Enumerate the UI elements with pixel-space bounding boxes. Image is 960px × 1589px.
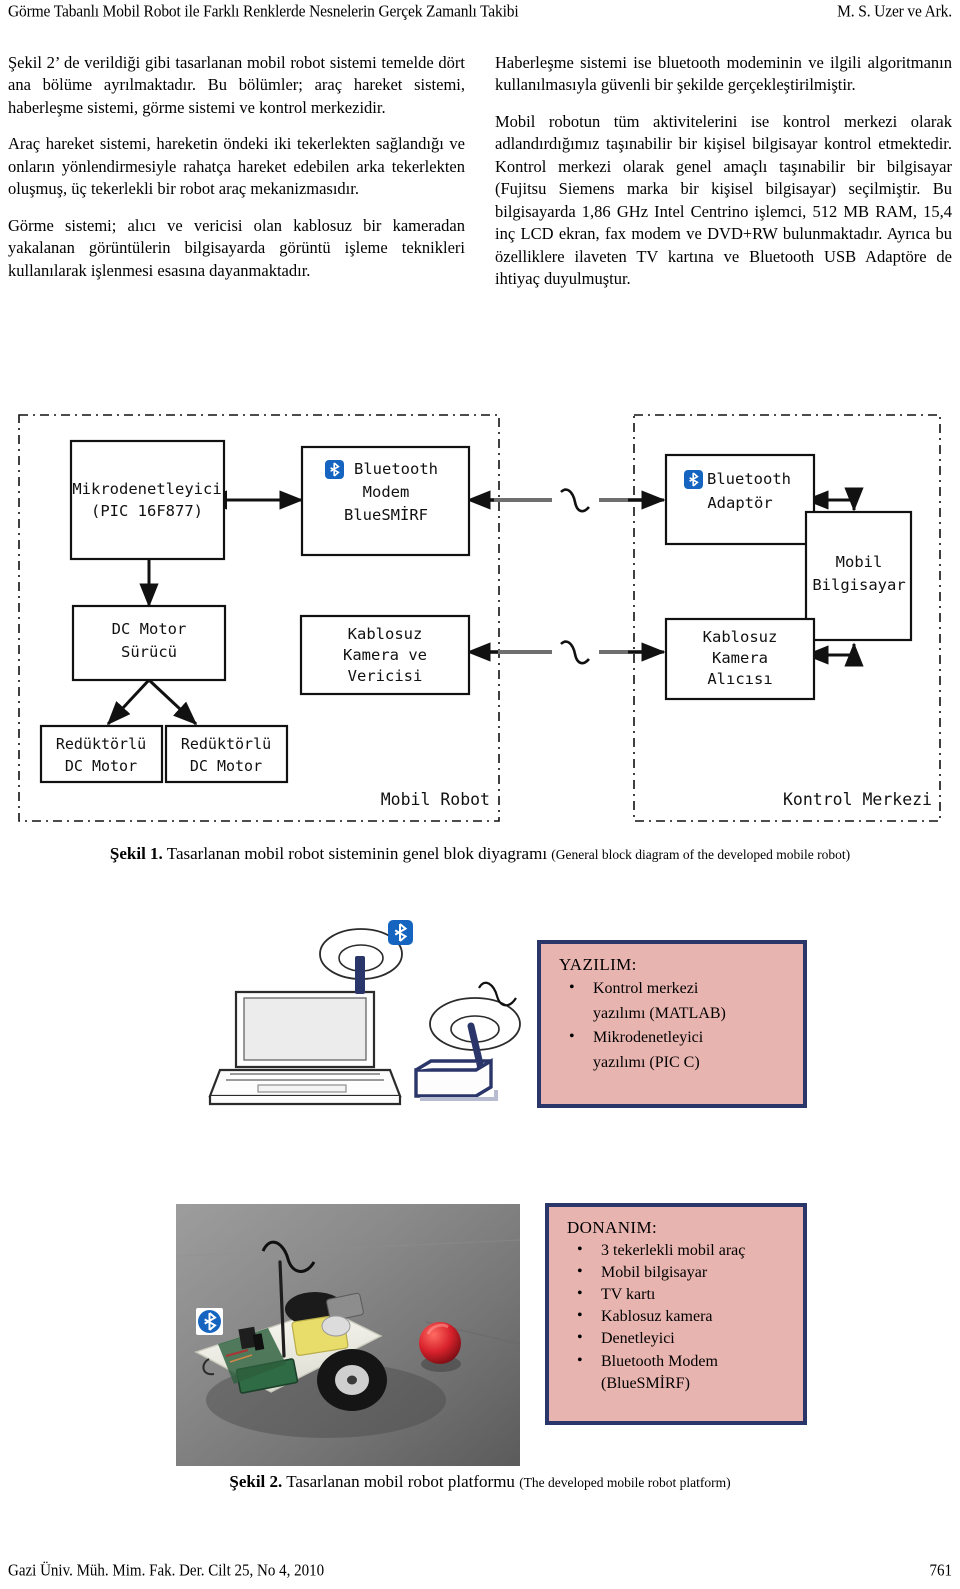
block-label: Sürücü xyxy=(121,643,177,661)
block-label: Modem xyxy=(363,483,410,501)
bluetooth-icon xyxy=(325,460,344,479)
block-mobile-computer: Mobil Bilgisayar xyxy=(804,510,913,642)
bluetooth-icon xyxy=(684,470,703,489)
laptop-icon xyxy=(208,990,402,1106)
block-geared-motor-left: Redüktörlü DC Motor xyxy=(39,724,164,784)
list-item: Kontrol merkezi xyxy=(565,976,797,1001)
block-label: Kablosuz xyxy=(703,628,778,646)
bluetooth-icon xyxy=(388,920,413,945)
list-item: Kablosuz kamera xyxy=(573,1305,797,1327)
figure-2-caption-tr: Tasarlanan mobil robot platformu xyxy=(282,1472,520,1491)
block-label: Bluetooth xyxy=(354,460,438,478)
hardware-panel-list: 3 tekerlekli mobil araç Mobil bilgisayar… xyxy=(549,1239,803,1394)
block-microcontroller: Mikrodenetleyici (PIC 16F877) xyxy=(69,439,226,561)
block-label: Kamera ve xyxy=(343,646,427,664)
mobile-robot-photograph xyxy=(176,1204,520,1466)
block-label: Redüktörlü xyxy=(56,735,146,753)
paragraph: Şekil 2’ de verildiği gibi tasarlanan mo… xyxy=(8,53,465,117)
software-panel-title: YAZILIM: xyxy=(559,955,637,974)
paragraph: Araç hareket sistemi, hareketin öndeki i… xyxy=(8,134,465,199)
paragraph: Mobil robotun tüm aktivitelerini ise kon… xyxy=(495,111,952,288)
page-number: 761 xyxy=(929,1562,953,1580)
list-item: 3 tekerlekli mobil araç xyxy=(573,1239,797,1261)
block-wireless-camera-receiver: Kablosuz Kamera Alıcısı xyxy=(664,617,816,701)
block-label: Bilgisayar xyxy=(812,576,905,594)
block-label: DC Motor xyxy=(112,620,187,638)
block-label: Mikrodenetleyici xyxy=(72,480,221,498)
block-label: Alıcısı xyxy=(707,670,772,688)
block-label: DC Motor xyxy=(190,757,262,775)
block-bluetooth-adapter: Bluetooth Adaptör xyxy=(664,453,816,546)
running-head-title: Görme Tabanlı Mobil Robot ile Farklı Ren… xyxy=(8,2,519,22)
hardware-panel-title: DONANIM: xyxy=(567,1218,658,1237)
block-label: Mobil xyxy=(836,553,883,571)
running-head: Görme Tabanlı Mobil Robot ile Farklı Ren… xyxy=(8,2,952,29)
block-label: Adaptör xyxy=(707,494,772,512)
figure-2-caption-en: (The developed mobile robot platform) xyxy=(519,1475,731,1490)
left-column: Şekil 2’ de verildiği gibi tasarlanan mo… xyxy=(8,52,465,290)
list-item: (BlueSMİRF) xyxy=(601,1374,690,1392)
figure-1-caption-tr: Tasarlanan mobil robot sisteminin genel … xyxy=(162,844,552,863)
right-column: Haberleşme sistemi ise bluetooth modemin… xyxy=(495,52,952,290)
list-item: TV kartı xyxy=(573,1283,797,1305)
hardware-panel: DONANIM: 3 tekerlekli mobil araç Mobil b… xyxy=(544,1202,808,1426)
figure-2-number: Şekil 2. xyxy=(229,1472,283,1491)
journal-citation: Gazi Üniv. Müh. Mim. Fak. Der. Cilt 25, … xyxy=(8,1562,325,1580)
bluetooth-icon xyxy=(196,1308,223,1335)
block-wireless-camera-transmitter: Kablosuz Kamera ve Vericisi xyxy=(299,614,471,696)
bluetooth-receiver-module xyxy=(414,997,521,1101)
block-label: Vericisi xyxy=(348,667,423,685)
figure-1-caption-en: (General block diagram of the developed … xyxy=(551,847,851,862)
running-head-authors: M. S. Uzer ve Ark. xyxy=(837,2,952,22)
figure-2-caption: Şekil 2. Tasarlanan mobil robot platform… xyxy=(10,1472,950,1492)
block-bluetooth-modem: Bluetooth Modem BlueSMİRF xyxy=(300,445,471,557)
list-item: Mikrodenetleyici xyxy=(565,1025,797,1050)
block-label: Kamera xyxy=(712,649,768,667)
page-footer: Gazi Üniv. Müh. Mim. Fak. Der. Cilt 25, … xyxy=(8,1562,952,1581)
group-label-mobile-robot: Mobil Robot xyxy=(381,790,490,809)
list-item: yazılımı (PIC C) xyxy=(593,1054,700,1072)
software-panel-list: Kontrol merkezi yazılımı (MATLAB) Mikrod… xyxy=(541,976,803,1075)
figure-1-block-diagram: Mikrodenetleyici (PIC 16F877) Bluetooth … xyxy=(16,412,944,830)
robot-rear-wheel xyxy=(317,1349,387,1411)
block-label: (PIC 16F877) xyxy=(91,502,203,520)
block-label: DC Motor xyxy=(65,757,137,775)
paragraph: Haberleşme sistemi ise bluetooth modemin… xyxy=(495,53,952,95)
block-label: Redüktörlü xyxy=(181,735,271,753)
block-label: Kablosuz xyxy=(348,625,423,643)
figure-1-number: Şekil 1. xyxy=(109,844,163,863)
list-item: yazılımı (MATLAB) xyxy=(593,1004,726,1022)
list-item: Mobil bilgisayar xyxy=(573,1261,797,1283)
paragraph: Görme sistemi; alıcı ve vericisi olan ka… xyxy=(8,215,465,280)
group-label-control-center: Kontrol Merkezi xyxy=(783,790,932,809)
block-label: BlueSMİRF xyxy=(344,505,428,524)
block-dc-motor-driver: DC Motor Sürücü xyxy=(71,604,227,682)
figure-1-caption: Şekil 1. Tasarlanan mobil robot sistemin… xyxy=(10,844,950,864)
block-label: Bluetooth xyxy=(707,470,791,488)
body-columns: Şekil 2’ de verildiği gibi tasarlanan mo… xyxy=(8,52,952,290)
list-item: Denetleyici xyxy=(573,1327,797,1349)
software-panel: YAZILIM: Kontrol merkezi yazılımı (MATLA… xyxy=(536,939,808,1109)
list-item: Bluetooth Modem xyxy=(573,1350,797,1372)
red-target-ball xyxy=(419,1322,461,1372)
block-geared-motor-right: Redüktörlü DC Motor xyxy=(164,724,289,784)
laptop-bluetooth-illustration xyxy=(158,892,550,1122)
